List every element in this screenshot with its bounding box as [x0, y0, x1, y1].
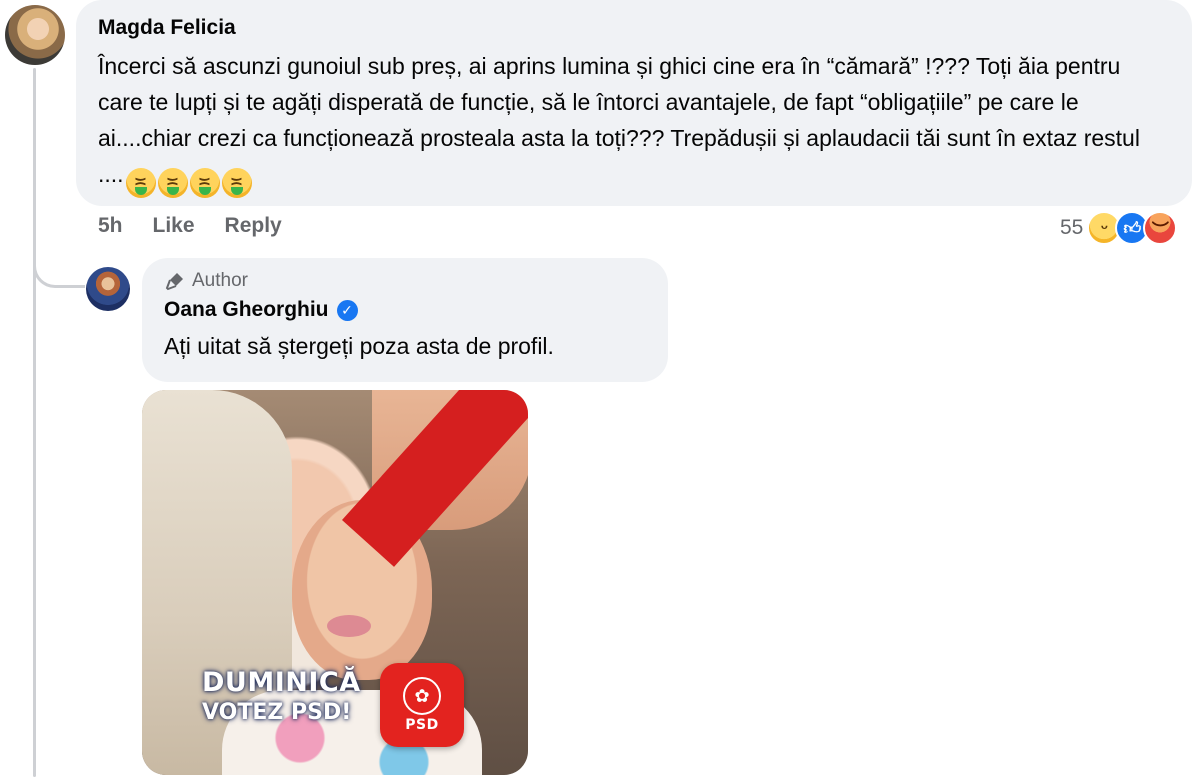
image-lips [327, 615, 371, 637]
reaction-summary[interactable]: 55 ᵕ 👍︎ ︶ [1060, 211, 1178, 245]
comment-actions: 5h Like Reply [98, 214, 282, 238]
reply-connector-line [33, 250, 85, 288]
author-badge-label: Author [192, 270, 248, 291]
microphone-icon [164, 270, 186, 292]
vomiting-face-icon: ≍ [189, 168, 220, 198]
reply-text: Ați uitat să ștergeți poza asta de profi… [164, 333, 554, 359]
reaction-count: 55 [1060, 216, 1084, 239]
avatar[interactable] [86, 267, 130, 311]
reply-author-name[interactable]: Oana Gheorghiu [164, 296, 329, 324]
comment-author-name[interactable]: Magda Felicia [98, 14, 1170, 42]
reply-bubble: Author Oana Gheorghiu ✓ Ați uitat să ște… [142, 258, 668, 382]
banner-line-1: DUMINICĂ [202, 667, 361, 698]
author-badge: Author [164, 270, 646, 292]
like-button[interactable]: Like [153, 214, 195, 238]
comment-bubble: Magda Felicia Încerci să ascunzi gunoiul… [76, 0, 1192, 206]
emoji-group: ≍ ≍ ≍ ≍ [125, 168, 252, 198]
angry-icon: ︶ [1143, 211, 1178, 245]
vomiting-face-icon: ≍ [221, 168, 252, 198]
comment-text: Încerci să ascunzi gunoiul sub preș, ai … [98, 48, 1170, 198]
avatar[interactable] [5, 5, 65, 65]
reply-attached-image[interactable]: DUMINICĂ VOTEZ PSD! ✿ PSD [142, 390, 528, 775]
vomiting-face-icon: ≍ [125, 168, 156, 198]
rose-icon: ✿ [403, 677, 441, 715]
vomiting-face-icon: ≍ [157, 168, 188, 198]
campaign-banner: DUMINICĂ VOTEZ PSD! [202, 668, 361, 728]
verified-badge-icon: ✓ [336, 299, 358, 321]
psd-logo: ✿ PSD [380, 663, 464, 747]
comment-body: Încerci să ascunzi gunoiul sub preș, ai … [98, 53, 1140, 187]
reply-button[interactable]: Reply [225, 214, 282, 238]
psd-logo-text: PSD [405, 717, 439, 733]
banner-line-2: VOTEZ PSD! [202, 700, 352, 725]
thread-line [33, 68, 36, 777]
comment-timestamp[interactable]: 5h [98, 214, 123, 238]
